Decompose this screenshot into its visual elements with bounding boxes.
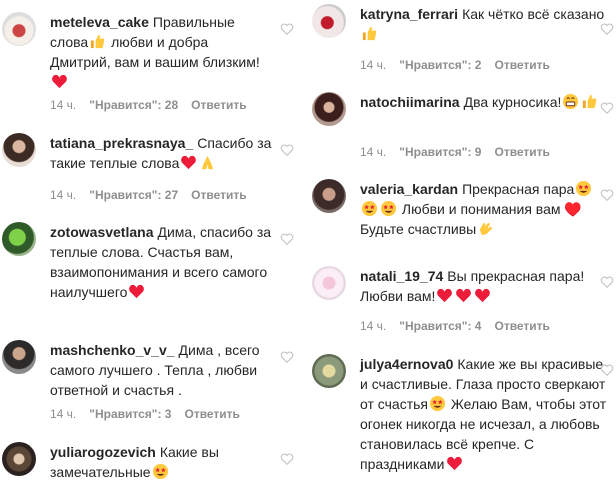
comment-time: 14 ч. (360, 58, 387, 72)
comment-likes[interactable]: "Нравится": 2 (399, 58, 481, 72)
comment-username[interactable]: mashchenko_v_v_ (50, 342, 175, 358)
comment-time: 14 ч. (360, 319, 387, 333)
comment-time: 14 ч. (50, 407, 77, 421)
avatar[interactable] (2, 442, 36, 476)
comment-meta: 14 ч. "Нравится": 27 Ответить (50, 188, 260, 202)
like-heart-icon[interactable] (600, 188, 614, 202)
heart-emoji-icon (180, 154, 197, 171)
comment-meta: 14 ч. "Нравится": 3 Ответить (50, 407, 253, 421)
star-struck-emoji-icon (575, 180, 592, 197)
comment-meta: 14 ч. "Нравится": 28 Ответить (50, 98, 260, 112)
like-heart-icon[interactable] (600, 22, 614, 36)
like-heart-icon[interactable] (280, 143, 294, 157)
like-heart-icon[interactable] (600, 101, 614, 115)
comment-text: Как чётко всё сказано (462, 6, 605, 22)
comment-text: Прекрасная пара (462, 181, 575, 197)
star-struck-emoji-icon (152, 463, 169, 480)
comment-username[interactable]: yuliarogozevich (50, 444, 156, 460)
like-heart-icon[interactable] (280, 350, 294, 364)
reply-button[interactable]: Ответить (494, 145, 549, 159)
like-heart-icon[interactable] (280, 22, 294, 36)
comment-likes[interactable]: "Нравится": 3 (89, 407, 171, 421)
comment-time: 14 ч. (360, 145, 387, 159)
thumbs-up-emoji-icon (581, 93, 598, 110)
avatar[interactable] (2, 340, 36, 374)
comment-username[interactable]: natochiimarina (360, 94, 460, 110)
avatar[interactable] (2, 222, 36, 256)
avatar[interactable] (312, 179, 346, 213)
like-heart-icon[interactable] (280, 452, 294, 466)
comment-username[interactable]: tatiana_prekrasnaya_ (50, 135, 193, 151)
comment-username[interactable]: zotowasvetlana (50, 224, 153, 240)
heart-emoji-icon (436, 287, 453, 304)
avatar[interactable] (2, 12, 36, 46)
grinning-emoji-icon (562, 93, 579, 110)
heart-emoji-icon (128, 283, 145, 300)
like-heart-icon[interactable] (600, 275, 614, 289)
like-heart-icon[interactable] (280, 232, 294, 246)
comment-likes[interactable]: "Нравится": 9 (399, 145, 481, 159)
comment-likes[interactable]: "Нравится": 27 (89, 188, 178, 202)
comment-time: 14 ч. (50, 98, 77, 112)
comment-meta: 14 ч. "Нравится": 4 Ответить (360, 319, 563, 333)
comment-time: 14 ч. (50, 188, 77, 202)
comment-likes[interactable]: "Нравится": 4 (399, 319, 481, 333)
heart-emoji-icon (455, 287, 472, 304)
comment-username[interactable]: natali_19_74 (360, 268, 443, 284)
avatar[interactable] (312, 4, 346, 38)
comment-username[interactable]: valeria_kardan (360, 181, 458, 197)
reply-button[interactable]: Ответить (191, 98, 246, 112)
comment-username[interactable]: meteleva_cake (50, 14, 149, 30)
comment-username[interactable]: julya4ernova0 (360, 356, 453, 372)
thumbs-up-emoji-icon (89, 33, 106, 50)
comment-meta: 14 ч. "Нравится": 9 Ответить (360, 145, 563, 159)
star-struck-emoji-icon (380, 200, 397, 217)
reply-button[interactable]: Ответить (184, 407, 239, 421)
reply-button[interactable]: Ответить (494, 58, 549, 72)
avatar[interactable] (312, 266, 346, 300)
like-heart-icon[interactable] (600, 363, 614, 377)
star-struck-emoji-icon (361, 200, 378, 217)
praying-hands-emoji-icon (199, 154, 216, 171)
comment-text: Два курносика! (463, 94, 562, 110)
thumbs-up-emoji-icon (361, 25, 378, 42)
star-struck-emoji-icon (429, 395, 446, 412)
heart-emoji-icon (474, 287, 491, 304)
clapping-emoji-icon (477, 220, 494, 237)
heart-emoji-icon (446, 455, 463, 472)
avatar[interactable] (312, 92, 346, 126)
reply-button[interactable]: Ответить (191, 188, 246, 202)
reply-button[interactable]: Ответить (494, 319, 549, 333)
comment-username[interactable]: katryna_ferrari (360, 6, 458, 22)
avatar[interactable] (312, 354, 346, 388)
heart-emoji-icon (51, 73, 68, 90)
comment-meta: 14 ч. "Нравится": 2 Ответить (360, 58, 563, 72)
avatar[interactable] (2, 133, 36, 167)
comment-likes[interactable]: "Нравится": 28 (89, 98, 178, 112)
